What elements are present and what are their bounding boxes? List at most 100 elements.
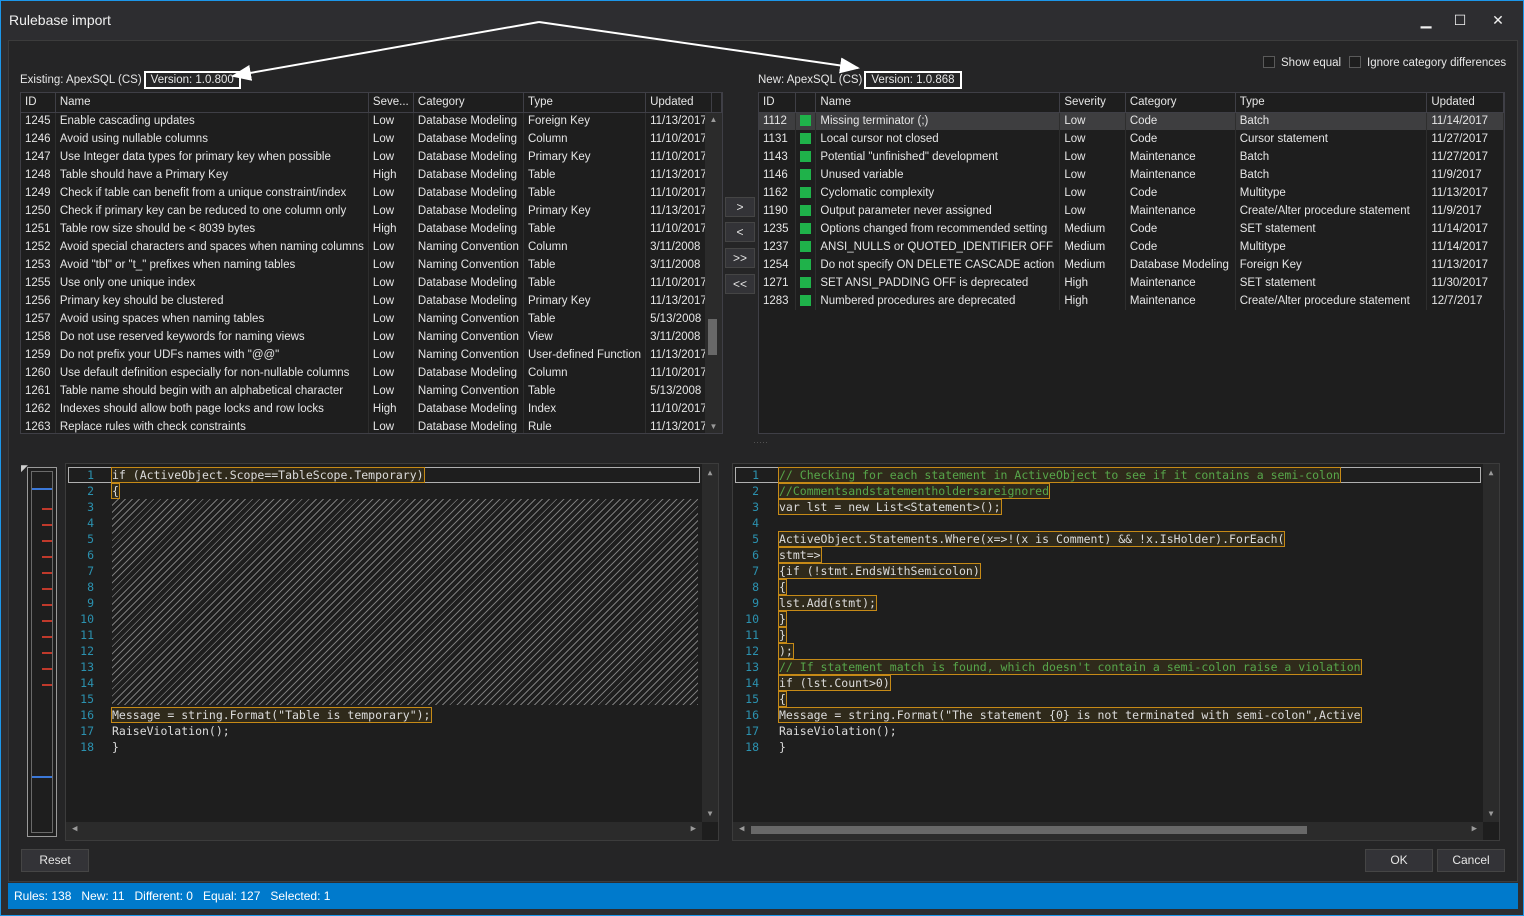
left-code-horizontal-scrollbar[interactable]: ◀ ▶ (66, 822, 702, 840)
table-cell: Index (523, 400, 647, 418)
cancel-button[interactable]: Cancel (1437, 849, 1505, 872)
table-row[interactable]: 1262 Indexes should allow both page locks… (21, 400, 722, 418)
table-row[interactable]: 1235 Options changed from recommended set… (759, 220, 1504, 238)
right-code-horizontal-scrollbar[interactable]: ◀ ▶ (733, 822, 1483, 840)
status-cell (795, 112, 817, 130)
table-row[interactable]: 1112 Missing terminator (;) Low Code Batch 11… (759, 112, 1504, 130)
scroll-right-icon[interactable]: ▶ (1472, 824, 1477, 834)
left-code-vertical-scrollbar[interactable]: ▲ ▼ (702, 464, 718, 822)
existing-vertical-scrollbar[interactable]: ▲ ▼ (705, 113, 722, 433)
column-header[interactable]: Severity (1059, 93, 1126, 113)
table-row[interactable]: 1246 Avoid using nullable columns Low Datab… (21, 130, 722, 148)
existing-code-editor[interactable]: 1 2 3 4 5 6 7 8 9 10 11 12 13 14 15 16 17 18 if (ActiveObj… (65, 463, 719, 841)
scroll-left-icon[interactable]: ◀ (739, 824, 744, 834)
table-row[interactable]: 1257 Avoid using spaces when naming table… (21, 310, 722, 328)
table-cell: Use default definition especially for no… (55, 364, 369, 382)
table-row[interactable]: 1190 Output parameter never assigned Low Ma… (759, 202, 1504, 220)
table-row[interactable]: 1259 Do not prefix your UDFs names with "… (21, 346, 722, 364)
table-row[interactable]: 1131 Local cursor not closed Low Code Cursor… (759, 130, 1504, 148)
move-all-left-button[interactable]: << (725, 274, 755, 294)
scroll-up-icon[interactable]: ▲ (705, 115, 722, 124)
scroll-up-icon[interactable]: ▲ (1483, 468, 1499, 477)
column-header[interactable] (795, 93, 817, 113)
table-row[interactable]: 1249 Check if table can benefit from a un… (21, 184, 722, 202)
table-cell: Local cursor not closed (815, 130, 1061, 148)
table-row[interactable]: 1250 Check if primary key can be reduced … (21, 202, 722, 220)
table-row[interactable]: 1263 Replace rules with check constraints… (21, 418, 722, 433)
table-cell: Numbered procedures are deprecated (815, 292, 1061, 310)
scroll-down-icon[interactable]: ▼ (1483, 809, 1499, 818)
overview-marker (42, 524, 52, 526)
reset-button[interactable]: Reset (21, 849, 89, 872)
table-row[interactable]: 1256 Primary key should be clustered Low Da… (21, 292, 722, 310)
table-row[interactable]: 1252 Avoid special characters and spaces … (21, 238, 722, 256)
code-line: ActiveObject.Statements.Where(x=>!(x is … (777, 531, 1286, 547)
scroll-down-icon[interactable]: ▼ (705, 422, 722, 431)
column-header[interactable]: Type (523, 93, 647, 113)
table-row[interactable]: 1247 Use Integer data types for primary k… (21, 148, 722, 166)
minimize-button[interactable]: ▁ (1411, 10, 1441, 30)
move-right-button[interactable]: > (725, 197, 755, 217)
column-header[interactable]: Updated (645, 93, 713, 113)
move-all-right-button[interactable]: >> (725, 248, 755, 268)
table-row[interactable]: 1283 Numbered procedures are deprecated Hi… (759, 292, 1504, 310)
code-line: {if (!stmt.EndsWithSemicolon) (778, 563, 981, 579)
table-row[interactable]: 1237 ANSI_NULLS or QUOTED_IDENTIFIER OFF M… (759, 238, 1504, 256)
new-status-icon (800, 204, 812, 216)
table-cell: Database Modeling (413, 112, 524, 130)
column-header[interactable]: Seve... (368, 93, 414, 113)
scroll-right-icon[interactable]: ▶ (691, 824, 696, 834)
show-equal-checkbox[interactable]: Show equal (1263, 56, 1341, 69)
expand-arrow-icon[interactable]: ◤ (21, 463, 28, 474)
column-header[interactable]: Updated (1426, 93, 1504, 113)
scroll-down-icon[interactable]: ▼ (702, 809, 718, 818)
table-row[interactable]: 1162 Cyclomatic complexity Low Code Multityp… (759, 184, 1504, 202)
close-button[interactable]: ✕ (1483, 10, 1513, 30)
overview-marker (42, 540, 52, 542)
table-cell: Table should have a Primary Key (55, 166, 369, 184)
table-cell: 11/13/2017 (645, 112, 713, 130)
ok-button[interactable]: OK (1365, 849, 1433, 872)
diff-overview-map[interactable] (27, 467, 57, 837)
line-number: 14 (745, 676, 759, 690)
column-header[interactable]: Category (1125, 93, 1236, 113)
table-cell: Low (368, 364, 414, 382)
new-code-editor[interactable]: 1 // Checking for each statement in Activ… (732, 463, 1500, 841)
maximize-button[interactable]: ☐ (1445, 10, 1475, 30)
scrollbar-thumb[interactable] (751, 826, 1307, 834)
table-cell: Database Modeling (413, 202, 524, 220)
table-cell: 1252 (21, 238, 56, 256)
table-cell: 1256 (21, 292, 56, 310)
table-row[interactable]: 1143 Potential "unfinished" development Lo… (759, 148, 1504, 166)
table-row[interactable]: 1260 Use default definition especially fo… (21, 364, 722, 382)
move-left-button[interactable]: < (725, 222, 755, 242)
table-cell: Primary Key (523, 148, 647, 166)
table-row[interactable]: 1261 Table name should begin with an alph… (21, 382, 722, 400)
table-row[interactable]: 1251 Table row size should be < 8039 byte… (21, 220, 722, 238)
ignore-category-checkbox[interactable]: Ignore category differences (1349, 56, 1506, 69)
table-row[interactable]: 1146 Unused variable Low Maintenance Batch 11… (759, 166, 1504, 184)
table-row[interactable]: 1248 Table should have a Primary Key High D… (21, 166, 722, 184)
table-row[interactable]: 1253 Avoid "tbl" or "t_" prefixes when na… (21, 256, 722, 274)
table-cell: 11/30/2017 (1426, 274, 1504, 292)
table-row[interactable]: 1258 Do not use reserved keywords for nam… (21, 328, 722, 346)
scroll-left-icon[interactable]: ◀ (72, 824, 77, 834)
overview-marker (42, 572, 52, 574)
table-row[interactable]: 1245 Enable cascading updates Low Database … (21, 112, 722, 130)
column-header[interactable]: ID (21, 93, 56, 113)
column-header[interactable]: ID (759, 93, 797, 113)
table-row[interactable]: 1254 Do not specify ON DELETE CASCADE act… (759, 256, 1504, 274)
table-row[interactable]: 1255 Use only one unique index Low Database… (21, 274, 722, 292)
column-header[interactable]: Name (815, 93, 1061, 113)
column-header[interactable]: Category (413, 93, 524, 113)
scrollbar-thumb[interactable] (708, 319, 717, 355)
line-number: 5 (87, 532, 94, 546)
column-header[interactable]: Type (1235, 93, 1428, 113)
table-row[interactable]: 1271 SET ANSI_PADDING OFF is deprecated Hi… (759, 274, 1504, 292)
table-cell: Cyclomatic complexity (815, 184, 1061, 202)
column-header[interactable]: Name (55, 93, 369, 113)
right-code-vertical-scrollbar[interactable]: ▲ ▼ (1483, 464, 1499, 822)
scroll-up-icon[interactable]: ▲ (702, 468, 718, 477)
splitter-grip-icon[interactable]: ····· (753, 437, 768, 447)
table-cell: 11/27/2017 (1426, 148, 1504, 166)
